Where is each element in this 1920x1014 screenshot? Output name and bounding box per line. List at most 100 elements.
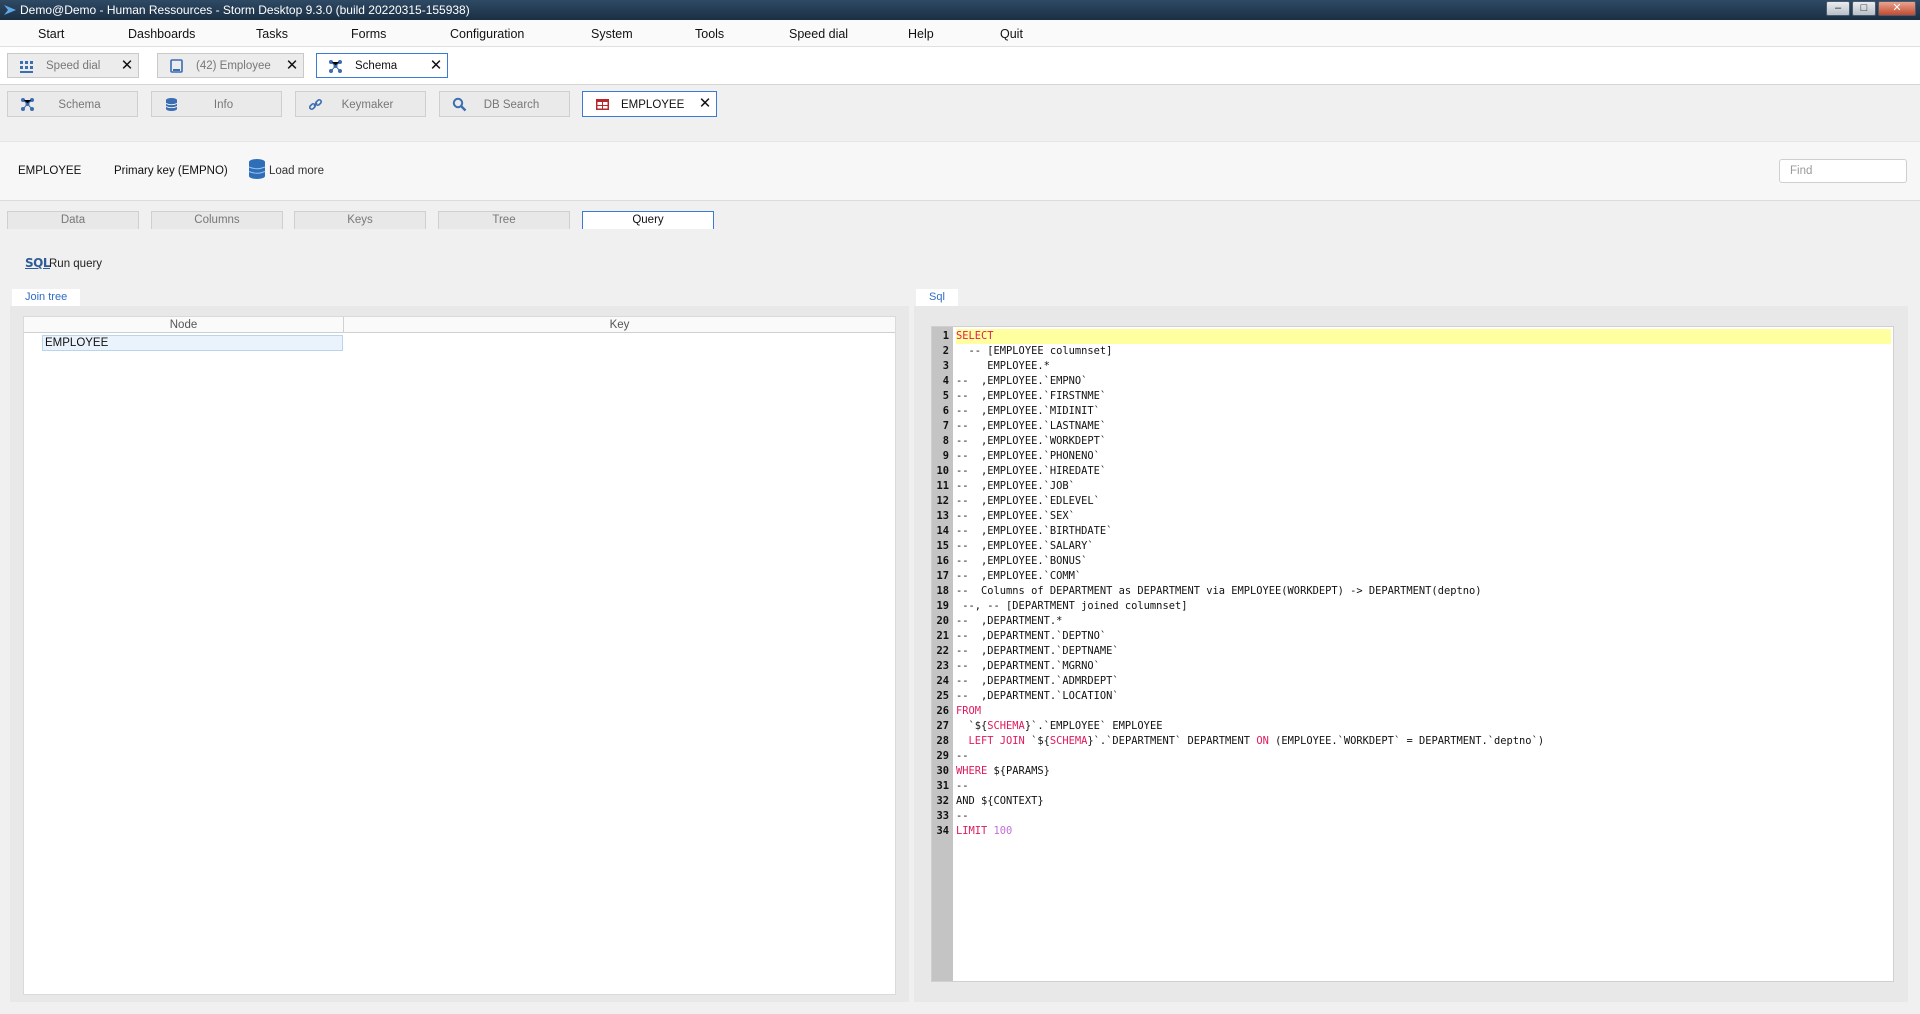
- code-text: -- ,EMPLOYEE.`JOB`: [956, 480, 1075, 492]
- code-line[interactable]: 30 WHERE ${PARAMS}: [932, 764, 1893, 779]
- code-line[interactable]: 4 -- ,EMPLOYEE.`EMPNO`: [932, 374, 1893, 389]
- code-line[interactable]: 25 -- ,DEPARTMENT.`LOCATION`: [932, 689, 1893, 704]
- sql-editor[interactable]: 1 SELECT 2 -- [EMPLOYEE columnset] 3 EMPLOY…: [931, 326, 1894, 982]
- minimize-button[interactable]: –: [1826, 1, 1850, 16]
- code-line[interactable]: 6 -- ,EMPLOYEE.`MIDINIT`: [932, 404, 1893, 419]
- code-text: -- ,EMPLOYEE.`LASTNAME`: [956, 420, 1107, 432]
- code-line[interactable]: 11 -- ,EMPLOYEE.`JOB`: [932, 479, 1893, 494]
- code-text: -- ,EMPLOYEE.`EMPNO`: [956, 375, 1088, 387]
- maximize-button[interactable]: □: [1852, 1, 1876, 16]
- menu-tasks[interactable]: Tasks: [256, 27, 288, 41]
- subtab-columns[interactable]: Columns: [151, 211, 283, 229]
- code-line[interactable]: 1 SELECT: [932, 329, 1893, 344]
- line-number: 1: [942, 330, 949, 342]
- code-line[interactable]: 7 -- ,EMPLOYEE.`LASTNAME`: [932, 419, 1893, 434]
- code-line[interactable]: 2 -- [EMPLOYEE columnset]: [932, 344, 1893, 359]
- subtab-tree[interactable]: Tree: [438, 211, 570, 229]
- code-line[interactable]: 33 --: [932, 809, 1893, 824]
- document-tabs: Speed dial ✕ (42) Employee ✕ Schema ✕: [0, 47, 1920, 85]
- line-number: 26: [936, 705, 949, 717]
- schema-icon: [329, 60, 342, 73]
- doc-tab-speed-dial[interactable]: Speed dial ✕: [7, 53, 139, 78]
- code-line[interactable]: 10 -- ,EMPLOYEE.`HIREDATE`: [932, 464, 1893, 479]
- code-text: -- ,DEPARTMENT.*: [956, 615, 1063, 627]
- line-number: 8: [942, 435, 949, 447]
- code-line[interactable]: 19 --, -- [DEPARTMENT joined columnset]: [932, 599, 1893, 614]
- menu-speed-dial[interactable]: Speed dial: [789, 27, 848, 41]
- join-tree-grid: Node Key EMPLOYEE: [23, 316, 896, 995]
- menu-forms[interactable]: Forms: [351, 27, 386, 41]
- tool-tab-db-search[interactable]: DB Search: [439, 91, 570, 117]
- tool-tab-schema[interactable]: Schema: [7, 91, 138, 117]
- code-line[interactable]: 12 -- ,EMPLOYEE.`EDLEVEL`: [932, 494, 1893, 509]
- panel-splitter[interactable]: [909, 290, 913, 1002]
- line-number: 27: [936, 720, 949, 732]
- subtab-keys[interactable]: Keys: [294, 211, 426, 229]
- code-line[interactable]: 14 -- ,EMPLOYEE.`BIRTHDATE`: [932, 524, 1893, 539]
- code-text: -- ,DEPARTMENT.`DEPTNAME`: [956, 645, 1119, 657]
- code-text: -- [EMPLOYEE columnset]: [956, 345, 1113, 357]
- database-icon: [248, 159, 266, 179]
- code-line[interactable]: 23 -- ,DEPARTMENT.`MGRNO`: [932, 659, 1893, 674]
- menu-tools[interactable]: Tools: [695, 27, 724, 41]
- code-line[interactable]: 18 -- Columns of DEPARTMENT as DEPARTMENT…: [932, 584, 1893, 599]
- code-line[interactable]: 8 -- ,EMPLOYEE.`WORKDEPT`: [932, 434, 1893, 449]
- code-line[interactable]: 29 --: [932, 749, 1893, 764]
- sql-tab[interactable]: Sql: [916, 289, 958, 306]
- column-header-node[interactable]: Node: [24, 319, 343, 331]
- code-line[interactable]: 21 -- ,DEPARTMENT.`DEPTNO`: [932, 629, 1893, 644]
- tool-tab-label: DB Search: [483, 99, 540, 111]
- code-line[interactable]: 16 -- ,EMPLOYEE.`BONUS`: [932, 554, 1893, 569]
- code-line[interactable]: 13 -- ,EMPLOYEE.`SEX`: [932, 509, 1893, 524]
- line-number: 5: [942, 390, 949, 402]
- subtab-query[interactable]: Query: [582, 211, 714, 229]
- code-line[interactable]: 15 -- ,EMPLOYEE.`SALARY`: [932, 539, 1893, 554]
- subtab-data[interactable]: Data: [7, 211, 139, 229]
- menu-quit[interactable]: Quit: [1000, 27, 1023, 41]
- code-line[interactable]: 26 FROM: [932, 704, 1893, 719]
- tool-tab-keymaker[interactable]: Keymaker: [295, 91, 426, 117]
- close-window-button[interactable]: ✕: [1878, 1, 1916, 16]
- window-controls: – □ ✕: [1826, 1, 1916, 16]
- menu-dashboards[interactable]: Dashboards: [128, 27, 195, 41]
- line-number: 11: [936, 480, 949, 492]
- code-line[interactable]: 17 -- ,EMPLOYEE.`COMM`: [932, 569, 1893, 584]
- close-tab-icon[interactable]: ✕: [119, 57, 135, 75]
- doc-tab-label: Schema: [355, 60, 398, 72]
- code-line[interactable]: 31 --: [932, 779, 1893, 794]
- code-line[interactable]: 34 LIMIT 100: [932, 824, 1893, 839]
- line-number: 31: [936, 780, 949, 792]
- menu-system[interactable]: System: [591, 27, 633, 41]
- menu-help[interactable]: Help: [908, 27, 934, 41]
- code-line[interactable]: 20 -- ,DEPARTMENT.*: [932, 614, 1893, 629]
- tree-node-row[interactable]: EMPLOYEE: [42, 335, 343, 351]
- code-line[interactable]: 3 EMPLOYEE.*: [932, 359, 1893, 374]
- code-line[interactable]: 27 `${SCHEMA}`.`EMPLOYEE` EMPLOYEE: [932, 719, 1893, 734]
- code-text: -- ,EMPLOYEE.`COMM`: [956, 570, 1082, 582]
- code-line[interactable]: 5 -- ,EMPLOYEE.`FIRSTNME`: [932, 389, 1893, 404]
- menu-configuration[interactable]: Configuration: [450, 27, 524, 41]
- close-tab-icon[interactable]: ✕: [284, 57, 300, 75]
- doc-tab-employee[interactable]: (42) Employee ✕: [157, 53, 304, 78]
- menu-start[interactable]: Start: [38, 27, 64, 41]
- code-line[interactable]: 32 AND ${CONTEXT}: [932, 794, 1893, 809]
- column-header-key[interactable]: Key: [344, 319, 895, 331]
- doc-tab-schema[interactable]: Schema ✕: [316, 53, 448, 78]
- line-number: 20: [936, 615, 949, 627]
- line-number: 32: [936, 795, 949, 807]
- tool-tab-label: Keymaker: [341, 99, 394, 111]
- tool-tab-info[interactable]: Info: [151, 91, 282, 117]
- close-tab-icon[interactable]: ✕: [697, 95, 713, 113]
- tool-tab-employee[interactable]: EMPLOYEE ✕: [582, 91, 717, 117]
- storm-app-icon: [4, 5, 16, 15]
- join-tree-tab[interactable]: Join tree: [12, 289, 81, 306]
- code-text: -- ,EMPLOYEE.`BIRTHDATE`: [956, 525, 1113, 537]
- code-line[interactable]: 28 LEFT JOIN `${SCHEMA}`.`DEPARTMENT` DE…: [932, 734, 1893, 749]
- close-tab-icon[interactable]: ✕: [428, 57, 444, 75]
- join-tree-panel: Node Key EMPLOYEE: [10, 306, 909, 1002]
- menu-bar: Start Dashboards Tasks Forms Configurati…: [0, 20, 1920, 47]
- code-line[interactable]: 24 -- ,DEPARTMENT.`ADMRDEPT`: [932, 674, 1893, 689]
- code-line[interactable]: 9 -- ,EMPLOYEE.`PHONENO`: [932, 449, 1893, 464]
- find-input[interactable]: [1779, 159, 1907, 183]
- code-line[interactable]: 22 -- ,DEPARTMENT.`DEPTNAME`: [932, 644, 1893, 659]
